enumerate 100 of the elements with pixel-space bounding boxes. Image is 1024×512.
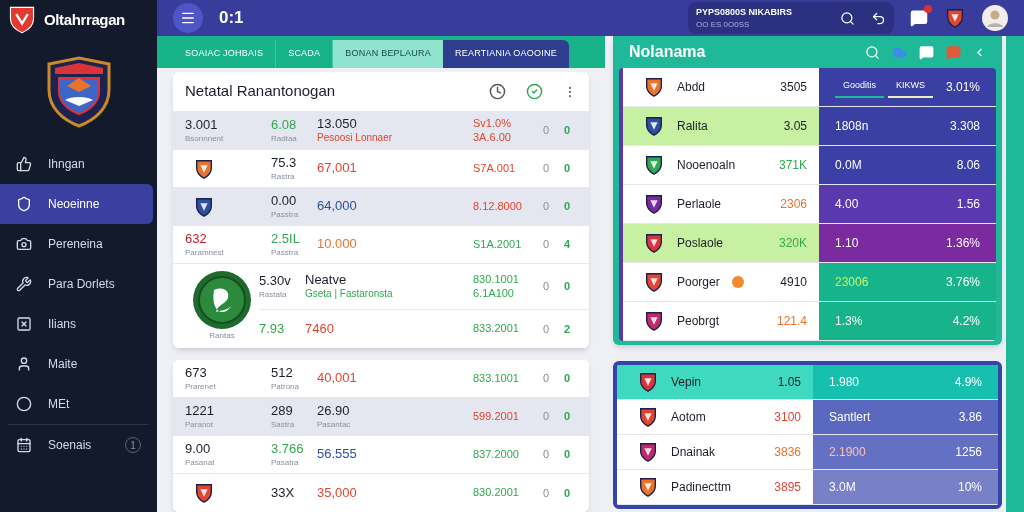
stat-percent: 1256 — [955, 444, 982, 461]
amount-text: 833.2001 — [473, 322, 520, 336]
table-cell-text: 0 — [541, 237, 551, 253]
team-value: 3505 — [780, 79, 807, 96]
sidebar-item[interactable]: Neoeinne — [0, 184, 153, 224]
stat-percent: 1.56 — [956, 196, 980, 213]
table-cell-text: 6.08 — [271, 117, 298, 134]
table-cell-text: 0 — [541, 199, 551, 215]
team-crest-icon — [637, 476, 659, 498]
team-name: Padinecttm — [671, 479, 732, 496]
crest-icon — [944, 7, 966, 29]
team-row[interactable]: Vepin 1.05 — [617, 365, 813, 399]
team-crest-icon — [643, 76, 665, 98]
panel-title: Nolanama — [629, 42, 707, 62]
cell-caption: Pasantac — [317, 419, 352, 430]
team-row[interactable]: Nooenoaln 371K — [623, 146, 819, 184]
cell-caption: Paranot — [185, 419, 215, 430]
sub-tab[interactable]: KIKWS — [888, 78, 934, 98]
page-title: 0:1 — [219, 7, 244, 30]
sidebar-item[interactable]: Ilians — [0, 304, 153, 344]
table-cell-text: 35,000 — [317, 484, 358, 502]
amount-text: 833.1001 — [473, 371, 520, 386]
stat-percent: 3.76% — [945, 274, 980, 291]
stat-value: Santlert — [829, 410, 871, 424]
team-crest-icon — [643, 232, 665, 254]
team-name: Aotom — [671, 409, 706, 426]
table-cell-text: 7.93 — [259, 320, 286, 338]
stat-percent: 3.01% — [945, 79, 980, 96]
table-cell-text: 3.001 — [185, 117, 219, 134]
team-name: Abdd — [677, 79, 706, 96]
stat-value: 1808n — [835, 119, 869, 133]
sidebar-item[interactable]: Soenais 1 — [0, 425, 153, 465]
team-value: 371K — [778, 157, 807, 174]
team-crest-icon — [193, 482, 215, 504]
stat-value: 23006 — [835, 275, 869, 289]
table-cell-text: 0 — [541, 279, 551, 295]
cell-caption: Sastra — [271, 419, 296, 430]
sidebar-item[interactable]: Para Dorlets — [0, 264, 153, 304]
team-crest-icon — [637, 406, 659, 428]
sidebar-item[interactable]: Ihngan — [0, 144, 153, 184]
tab[interactable]: BONAN BEPLAURA — [333, 40, 443, 68]
stat-value: 1.980 — [829, 375, 860, 389]
search-text: PYPS0800S NIKABIRS — [696, 7, 794, 17]
amount-text: 830.2001 — [473, 486, 520, 500]
amount-text: 599.2001 — [473, 409, 520, 424]
team-crest-icon — [643, 115, 665, 137]
clock-icon[interactable] — [489, 83, 506, 100]
team-row[interactable]: Peobrgt 121.4 — [623, 302, 819, 340]
table-cell-text: 0 — [541, 321, 551, 337]
team-row[interactable]: Poslaole 320K — [623, 224, 819, 262]
team-value: 2306 — [780, 196, 807, 213]
table-cell-text: Neatve — [305, 272, 348, 289]
team-row[interactable]: Aotom 3100 — [617, 400, 813, 434]
team-row[interactable]: Abdd 3505 — [623, 68, 819, 106]
team-row[interactable]: Ralita 3.05 — [623, 107, 819, 145]
team-name: Poorger — [677, 274, 720, 291]
table-cell-text: 0 — [562, 123, 572, 139]
amount-text: S7A.001 — [473, 161, 517, 176]
table-cell-text: 5.30v — [259, 273, 292, 290]
menu-icon — [180, 10, 196, 26]
team-crest-icon — [643, 193, 665, 215]
team-name: Poslaole — [677, 235, 724, 252]
sub-tab[interactable]: Gooditis — [835, 78, 885, 98]
table-cell-text: 0 — [541, 485, 551, 501]
table-cell-text: 10.000 — [317, 236, 358, 253]
amount-text: 6.1A100 — [473, 286, 515, 301]
sidebar-item[interactable]: Maite — [0, 344, 153, 384]
table-cell-text: 0 — [541, 447, 551, 463]
cell-caption: Bsonnnent — [185, 133, 225, 144]
cell-caption: Passtra — [271, 247, 300, 258]
table-cell-text: 289 — [271, 403, 294, 420]
cell-caption: Rastata — [259, 289, 288, 300]
sidebar-item[interactable]: MEt — [0, 384, 153, 424]
stat-value: 4.00 — [835, 197, 859, 211]
cell-caption: Prarenet — [185, 381, 217, 392]
cell-caption: Pasatra — [271, 457, 300, 468]
search-field[interactable]: PYPS0800S NIKABIRS OO ES 0O0SS — [688, 2, 894, 34]
stat-percent: 4.2% — [952, 313, 980, 330]
chat-icon[interactable] — [910, 9, 928, 27]
shield-icon — [16, 196, 32, 212]
team-row[interactable]: Dnainak 3836 — [617, 435, 813, 469]
menu-button[interactable] — [173, 3, 203, 33]
team-row[interactable]: Poorger 4910 — [623, 263, 819, 301]
team-row[interactable]: Perlaole 2306 — [623, 185, 819, 223]
team-name: Perlaole — [677, 196, 722, 213]
check-circle-icon[interactable] — [526, 83, 543, 100]
avatar[interactable] — [982, 5, 1008, 31]
tab[interactable]: REARTIANIA OAOOINE — [443, 40, 569, 68]
stat-value: 1.3% — [835, 314, 863, 328]
search-icon[interactable] — [840, 10, 855, 26]
calendar-icon — [16, 437, 32, 453]
amount-text: 8.12.8000 — [473, 199, 523, 214]
circle-icon — [16, 396, 32, 412]
table-cell-text: 13.050 — [317, 116, 358, 133]
team-row[interactable]: Padinecttm 3895 — [617, 470, 813, 504]
table-cell-text: 75.3 — [271, 155, 298, 172]
undo-icon[interactable] — [871, 10, 886, 26]
sidebar-item[interactable]: Pereneina — [0, 224, 153, 264]
amount-text: 3A.6.00 — [473, 130, 512, 145]
table-cell-text: 67,001 — [317, 160, 358, 177]
